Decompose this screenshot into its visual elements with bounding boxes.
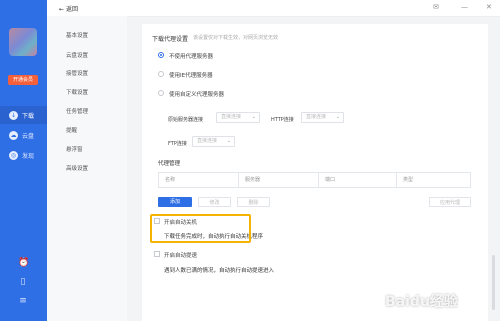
minimize-icon[interactable]: — — [461, 3, 468, 11]
select-value: 直接连接 — [197, 138, 218, 144]
close-icon[interactable]: ✕ — [486, 3, 492, 11]
back-label: 返回 — [65, 6, 78, 13]
sidebar-item-label: 发现 — [22, 152, 35, 160]
menu-item-cloud[interactable]: 云盘设置 — [66, 51, 88, 59]
sidebar-item-label: 云盘 — [22, 132, 35, 140]
highlight-box — [150, 214, 251, 243]
menu-item-basic[interactable]: 基本设置 — [66, 31, 88, 39]
sidebar-item-download[interactable]: ↓ 下载 — [0, 106, 47, 124]
origin-label: 原始服务器连接 — [168, 117, 204, 123]
select-value: 直接连接 — [306, 114, 327, 120]
radio-label: 使用IE代理服务器 — [169, 73, 213, 79]
back-button[interactable]: ← 返回 — [59, 4, 78, 13]
auto-speed-checkbox[interactable] — [154, 251, 160, 257]
select-value: 直接连接 — [221, 114, 242, 120]
chevron-down-icon: ⌄ — [226, 138, 231, 144]
download-icon: ↓ — [9, 110, 18, 120]
sidebar-item-discover[interactable]: ◎ 发现 — [0, 146, 47, 164]
http-select[interactable]: 直接连接 ⌄ — [301, 112, 344, 123]
menu-item-download[interactable]: 下载设置 — [66, 88, 88, 96]
auto-speed-desc: 遇到人数已满的情况，自动执行自动提速进入 — [164, 268, 275, 274]
avatar[interactable] — [9, 28, 37, 56]
arrow-left-icon: ← — [59, 6, 65, 13]
alarm-icon[interactable]: ⏰ — [18, 258, 29, 268]
radio-no-proxy[interactable] — [158, 52, 164, 58]
edit-proxy-button[interactable]: 修改 — [198, 197, 231, 207]
menu-item-advanced[interactable]: 高级设置 — [66, 164, 88, 172]
table-header: 类型 — [396, 173, 413, 187]
sidebar: 开通会员 ↓ 下载 ☁ 云盘 ◎ 发现 ⏰ ▯ ≡ — [0, 0, 47, 321]
add-proxy-button[interactable]: 添加 — [158, 197, 192, 207]
sidebar-item-label: 下载 — [22, 112, 35, 120]
menu-item-tasks[interactable]: 任务管理 — [66, 107, 88, 115]
mail-icon[interactable]: ✉ — [433, 3, 439, 11]
top-bar: ← 返回 ✉ — ✕ — [47, 0, 500, 17]
origin-select[interactable]: 直接连接 ⌄ — [216, 112, 260, 123]
proxy-title: 下载代理设置 — [152, 36, 189, 43]
watermark: Baidu经验 — [385, 294, 458, 310]
delete-proxy-button[interactable]: 删除 — [237, 197, 270, 207]
settings-panel: 下载代理设置 该设置仅对下载生效，对网页浏览无效 不使用代理服务器 使用IE代理… — [142, 24, 488, 321]
radio-label: 不使用代理服务器 — [169, 54, 214, 60]
menu-item-takeover[interactable]: 接管设置 — [66, 69, 88, 77]
menu-icon[interactable]: ≡ — [18, 296, 28, 306]
ftp-label: FTP连接 — [168, 141, 187, 147]
radio-label: 使用自定义代理服务器 — [169, 92, 225, 98]
proxy-hint: 该设置仅对下载生效，对网页浏览无效 — [193, 35, 279, 41]
http-label: HTTP连接 — [271, 117, 294, 123]
phone-icon[interactable]: ▯ — [18, 277, 28, 287]
table-header: 端口 — [318, 173, 335, 187]
radio-ie-proxy[interactable] — [158, 71, 164, 77]
settings-menu: 基本设置 云盘设置 接管设置 下载设置 任务管理 提醒 悬浮窗 高级设置 — [47, 16, 127, 321]
chevron-down-icon: ⌄ — [335, 114, 340, 120]
proxy-manage-title: 代理管理 — [158, 161, 181, 167]
proxy-table: 名称 服务器 端口 类型 — [158, 172, 471, 188]
radio-custom-proxy[interactable] — [158, 90, 164, 96]
chevron-down-icon: ⌄ — [251, 114, 256, 120]
auto-speed-label: 开启自动提速 — [164, 253, 198, 259]
sidebar-item-cloud[interactable]: ☁ 云盘 — [0, 126, 47, 144]
ftp-select[interactable]: 直接连接 ⌄ — [192, 136, 235, 147]
compass-icon: ◎ — [9, 150, 18, 160]
menu-item-float[interactable]: 悬浮窗 — [66, 145, 83, 153]
vip-button[interactable]: 开通会员 — [8, 75, 38, 85]
apply-proxy-button[interactable]: 应用代理 — [429, 197, 471, 207]
cloud-icon: ☁ — [9, 130, 18, 140]
menu-item-remind[interactable]: 提醒 — [66, 126, 77, 134]
table-header: 名称 — [165, 177, 176, 183]
table-header: 服务器 — [238, 173, 260, 187]
scrollbar[interactable] — [492, 255, 495, 310]
